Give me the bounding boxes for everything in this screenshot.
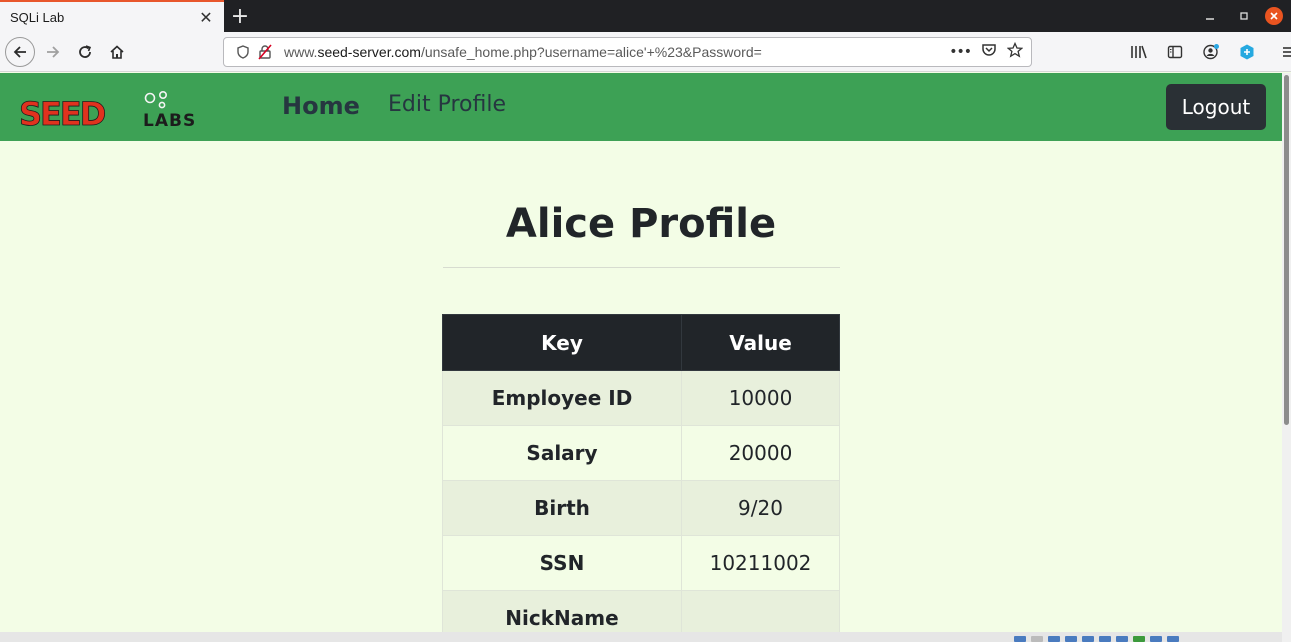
status-icon [1116, 636, 1128, 642]
status-icon [1167, 636, 1179, 642]
row-value: 9/20 [681, 480, 840, 536]
table-row: Birth 9/20 [442, 480, 840, 536]
nav-home-link[interactable]: Home [282, 92, 360, 120]
browser-tab-bar: SQLi Lab ✕ + [0, 0, 1291, 32]
status-icon [1099, 636, 1111, 642]
logo-main-text: SEED [19, 95, 105, 129]
reload-icon [79, 44, 92, 58]
column-header-key: Key [442, 314, 682, 371]
tab-close-icon[interactable]: ✕ [196, 8, 216, 27]
url-path: /unsafe_home.php?username=alice'+%23&Pas… [420, 44, 762, 60]
home-icon [110, 44, 124, 59]
status-icon [1031, 636, 1043, 642]
toolbar-right [1125, 37, 1291, 67]
table-row: Salary 20000 [442, 425, 840, 481]
status-icon [1133, 636, 1145, 642]
row-value: 20000 [681, 425, 840, 481]
window-controls [1197, 0, 1291, 32]
tab-title: SQLi Lab [10, 9, 65, 25]
logo-sub-text: LABS [143, 111, 196, 129]
arrow-left-icon [13, 45, 26, 58]
row-value: 10000 [681, 370, 840, 426]
seed-labs-logo[interactable]: SEED LABS [19, 89, 219, 133]
row-key: Salary [442, 425, 682, 481]
url-prefix: www. [284, 44, 318, 60]
arrow-right-icon [47, 45, 60, 58]
page-title: Alice Profile [505, 201, 777, 247]
row-key: Birth [442, 480, 682, 536]
library-icon[interactable] [1125, 37, 1153, 67]
site-header: SEED LABS Home Edit Profile Logout [0, 73, 1282, 141]
status-icon [1082, 636, 1094, 642]
new-tab-button[interactable]: + [224, 0, 256, 32]
row-key: SSN [442, 535, 682, 591]
gear-icon [144, 90, 168, 109]
profile-table: Key Value Employee ID 10000 Salary 20000… [442, 314, 840, 642]
hamburger-menu-icon[interactable] [1275, 37, 1291, 67]
url-bar[interactable]: www.seed-server.com/unsafe_home.php?user… [223, 37, 1032, 67]
table-row: Employee ID 10000 [442, 370, 840, 426]
status-icons [1014, 636, 1179, 642]
status-icon [1048, 636, 1060, 642]
status-icon [1065, 636, 1077, 642]
insecure-lock-icon[interactable] [254, 41, 276, 63]
home-button[interactable] [103, 38, 131, 66]
sidebar-icon[interactable] [1161, 37, 1189, 67]
table-header-row: Key Value [442, 314, 840, 371]
window-close-icon[interactable] [1265, 7, 1283, 25]
status-icon [1150, 636, 1162, 642]
url-host: seed-server.com [317, 44, 421, 60]
url-actions: ••• [949, 41, 1024, 62]
nav-edit-profile-link[interactable]: Edit Profile [388, 92, 506, 117]
page-actions-button[interactable]: ••• [949, 44, 972, 60]
back-button[interactable] [5, 36, 35, 67]
browser-tab[interactable]: SQLi Lab ✕ [0, 0, 224, 32]
pocket-icon[interactable] [981, 42, 997, 62]
column-header-value: Value [681, 314, 840, 371]
account-icon[interactable] [1197, 37, 1225, 67]
restore-icon[interactable] [1231, 3, 1257, 29]
browser-toolbar: www.seed-server.com/unsafe_home.php?user… [0, 32, 1291, 72]
bookmark-star-icon[interactable] [1006, 41, 1024, 62]
plus-icon: + [230, 3, 250, 29]
forward-button[interactable] [39, 38, 67, 66]
row-value: 10211002 [681, 535, 840, 591]
scrollbar-thumb[interactable] [1284, 75, 1289, 425]
minimize-icon[interactable] [1197, 3, 1223, 29]
url-text[interactable]: www.seed-server.com/unsafe_home.php?user… [284, 44, 762, 60]
table-row: SSN 10211002 [442, 535, 840, 591]
extension-icon[interactable] [1233, 37, 1261, 67]
title-divider [443, 267, 840, 268]
page-scrollbar[interactable] [1282, 73, 1291, 642]
row-key: Employee ID [442, 370, 682, 426]
reload-button[interactable] [71, 38, 99, 66]
status-icon [1014, 636, 1026, 642]
logout-button[interactable]: Logout [1166, 84, 1266, 130]
shield-icon[interactable] [232, 41, 254, 63]
